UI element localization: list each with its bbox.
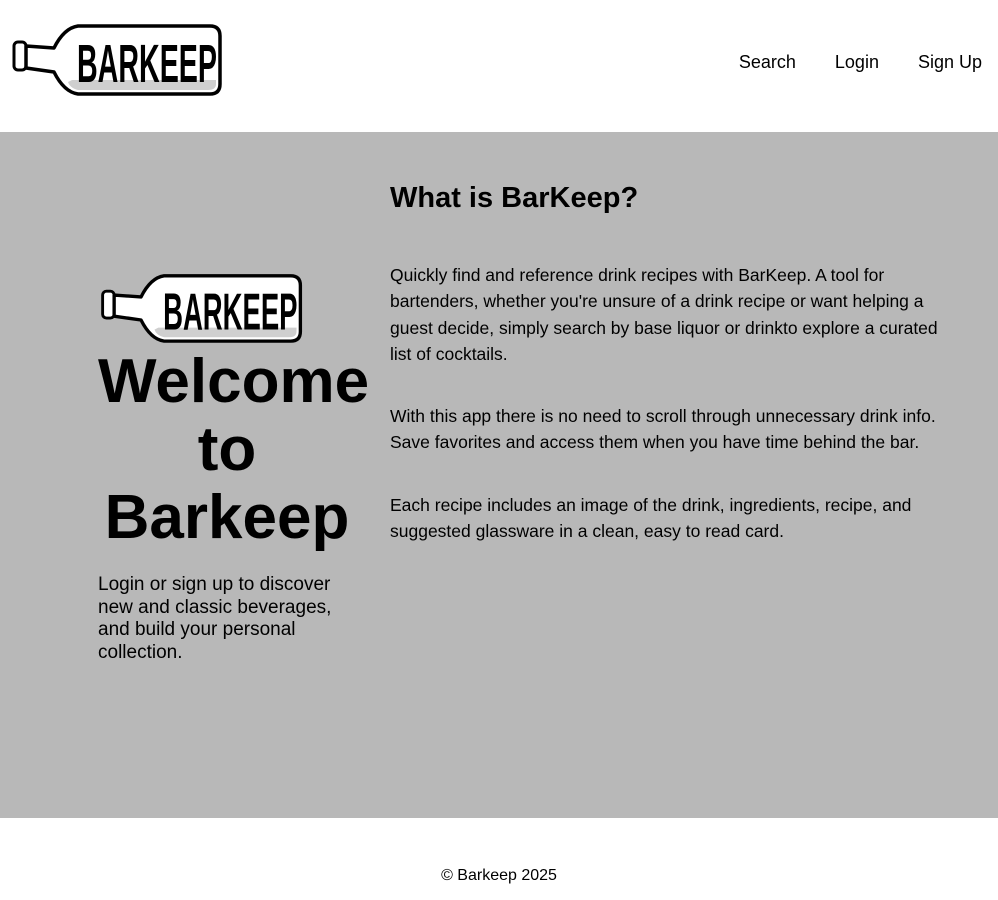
about-paragraph-3: Each recipe includes an image of the dri… [390,494,912,542]
nav-login-link[interactable]: Login [835,52,879,73]
site-footer: © Barkeep 2025 [0,818,998,900]
welcome-heading: Welcome to Barkeep [98,347,370,552]
about-section: What is BarKeep? Quickly find and refere… [390,180,950,544]
welcome-line-1: Welcome [98,347,370,416]
copyright-text: © Barkeep 2025 [441,867,557,884]
logo-wordmark: BARKEEP [77,34,217,94]
main-nav: Search Login Sign Up [700,52,982,73]
hero-logo-wordmark: BARKEEP [163,283,297,341]
hero-section: BARKEEP Welcome to Barkeep Login or sign… [98,272,370,664]
main-content: BARKEEP Welcome to Barkeep Login or sign… [0,132,998,818]
nav-search-link[interactable]: Search [739,52,796,73]
barkeep-hero-logo: BARKEEP [101,274,303,343]
about-paragraph-1: Quickly find and reference drink recipes… [390,265,938,364]
site-header: BARKEEP Search Login Sign Up [0,0,998,132]
nav-signup-link[interactable]: Sign Up [918,52,982,73]
welcome-line-2: to [197,415,257,484]
barkeep-logo[interactable]: BARKEEP [12,22,222,97]
welcome-line-3: Barkeep [104,483,350,552]
about-title: What is BarKeep? [390,182,639,214]
about-paragraph-2: With this app there is no need to scroll… [390,406,936,453]
hero-tagline: Login or sign up to discover new and cla… [98,574,332,663]
